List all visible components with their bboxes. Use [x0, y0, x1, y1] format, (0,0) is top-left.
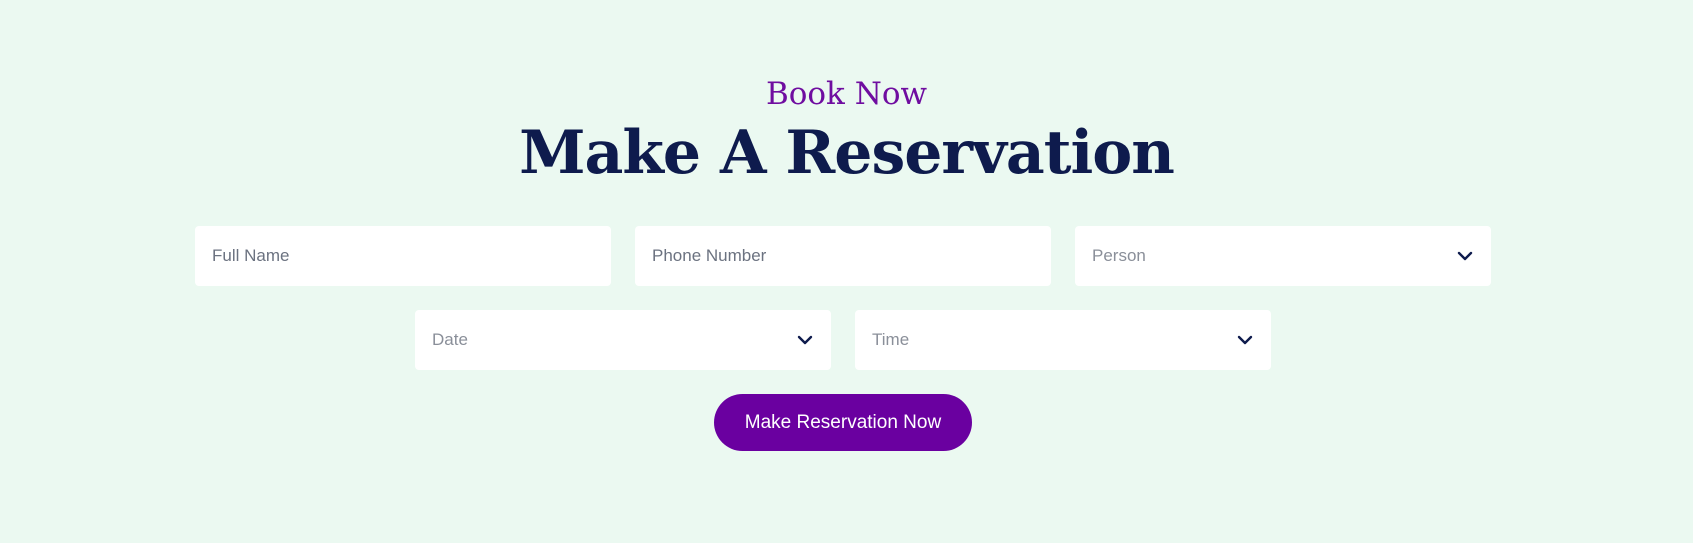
- phone-number-field[interactable]: [635, 226, 1051, 286]
- page-title: Make A Reservation: [519, 118, 1175, 188]
- chevron-down-icon: [797, 335, 813, 345]
- time-select-value: Time: [872, 330, 910, 349]
- date-select-value: Date: [432, 330, 468, 349]
- time-select[interactable]: Time: [855, 310, 1271, 370]
- chevron-down-icon: [1457, 251, 1473, 261]
- phone-number-input[interactable]: [652, 246, 1034, 266]
- section-eyebrow: Book Now: [765, 76, 928, 112]
- date-select[interactable]: Date: [415, 310, 831, 370]
- person-select[interactable]: Person: [1075, 226, 1491, 286]
- chevron-down-icon: [1237, 335, 1253, 345]
- full-name-input[interactable]: [212, 246, 594, 266]
- make-reservation-button[interactable]: Make Reservation Now: [714, 394, 972, 451]
- person-select-value: Person: [1092, 246, 1146, 265]
- full-name-field[interactable]: [195, 226, 611, 286]
- reservation-section: Book Now Make A Reservation Person Date …: [0, 0, 1693, 543]
